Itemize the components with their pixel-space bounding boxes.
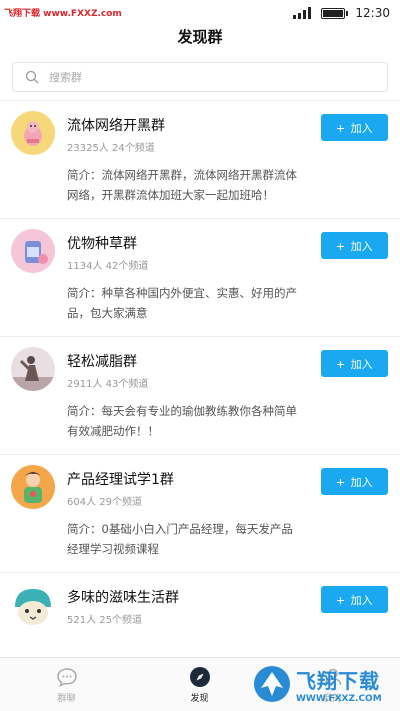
join-label: 加入	[350, 594, 373, 607]
join-button[interactable]: + 加入	[321, 350, 388, 377]
status-bar: 飞翔下载 www.FXXZ.com 12:30	[0, 0, 400, 26]
join-label: 加入	[350, 358, 373, 371]
plus-icon: +	[336, 591, 345, 608]
watermark-url: WWW.FXXZ.COM	[296, 693, 382, 704]
join-button[interactable]: + 加入	[321, 114, 388, 141]
page-title: 发现群	[177, 28, 223, 46]
tab-discover[interactable]: 发现	[133, 658, 266, 711]
group-item[interactable]: 多味的滋味生活群 521人 25个频道 + 加入	[0, 573, 400, 657]
clock: 12:30	[355, 6, 390, 20]
join-label: 加入	[350, 122, 373, 135]
group-description: 简介：流体网络开黑群，流体网络开黑群流体网络，开黑群流体加班大家一起加班哈！	[67, 168, 297, 202]
group-description: 简介：0基础小白入门产品经理，每天发产品经理学习视频课程	[67, 522, 293, 556]
tab-label: 群聊	[57, 694, 76, 704]
group-meta: 604人 29个频道	[67, 497, 142, 508]
group-meta: 2911人 43个频道	[67, 379, 149, 390]
group-meta: 23325人 24个频道	[67, 143, 155, 154]
group-avatar-1	[11, 111, 55, 155]
join-button[interactable]: + 加入	[321, 232, 388, 259]
battery-icon	[321, 7, 349, 19]
group-meta: 521人 25个频道	[67, 615, 142, 626]
group-name[interactable]: 多味的滋味生活群	[67, 587, 179, 607]
plus-icon: +	[336, 355, 345, 372]
join-button[interactable]: + 加入	[321, 468, 388, 495]
signal-icon	[293, 7, 312, 19]
group-item[interactable]: 产品经理试学1群 604人 29个频道 简介：0基础小白入门产品经理，每天发产品…	[0, 455, 400, 573]
group-list: 流体网络开黑群 23325人 24个频道 简介：流体网络开黑群，流体网络开黑群流…	[0, 101, 400, 657]
group-avatar-3	[11, 347, 55, 391]
search-icon	[25, 70, 39, 84]
watermark-logo: 飞翔下载 WWW.FXXZ.COM	[252, 660, 392, 708]
plus-icon: +	[336, 473, 345, 490]
group-name[interactable]: 产品经理试学1群	[67, 469, 174, 489]
search-input[interactable]	[49, 70, 349, 84]
group-name[interactable]: 优物种草群	[67, 233, 137, 253]
search-bar[interactable]	[12, 62, 388, 92]
group-item[interactable]: 流体网络开黑群 23325人 24个频道 简介：流体网络开黑群，流体网络开黑群流…	[0, 101, 400, 219]
status-icons: 12:30	[293, 6, 390, 20]
group-avatar-2	[11, 229, 55, 273]
join-label: 加入	[350, 476, 373, 489]
group-description: 简介：种草各种国内外便宜、实惠、好用的产品，包大家满意	[67, 286, 297, 320]
tab-label: 发现	[190, 694, 209, 704]
watermark-main: 飞翔下载	[296, 668, 380, 693]
chat-bubble-icon	[56, 668, 77, 687]
group-name[interactable]: 轻松减脂群	[67, 351, 137, 371]
plus-icon: +	[336, 119, 345, 136]
watermark-text: 飞翔下载 www.FXXZ.com	[4, 9, 122, 19]
plus-icon: +	[336, 237, 345, 254]
feixiang-logo-icon	[254, 666, 290, 702]
join-label: 加入	[350, 240, 373, 253]
tab-group-chat[interactable]: 群聊	[0, 658, 133, 711]
group-item[interactable]: 轻松减脂群 2911人 43个频道 简介：每天会有专业的瑜伽教练教你各种简单有效…	[0, 337, 400, 455]
group-description: 简介：每天会有专业的瑜伽教练教你各种简单有效减肥动作！！	[67, 404, 297, 438]
group-name[interactable]: 流体网络开黑群	[67, 115, 165, 135]
group-avatar-5	[11, 583, 55, 627]
join-button[interactable]: + 加入	[321, 586, 388, 613]
compass-icon	[189, 667, 210, 687]
group-avatar-4	[11, 465, 55, 509]
group-meta: 1134人 42个频道	[67, 261, 149, 272]
group-item[interactable]: 优物种草群 1134人 42个频道 简介：种草各种国内外便宜、实惠、好用的产品，…	[0, 219, 400, 337]
